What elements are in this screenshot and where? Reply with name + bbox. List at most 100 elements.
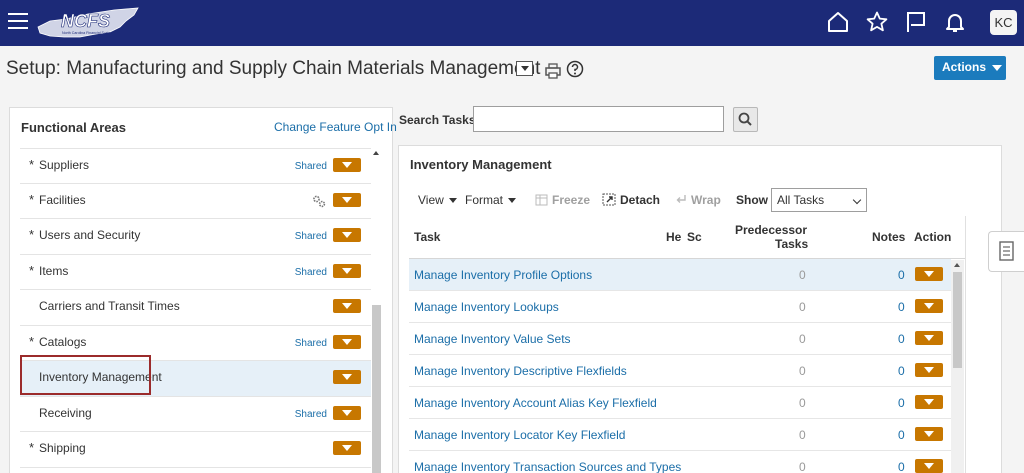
actions-button[interactable]: Actions [934, 56, 1006, 80]
view-menu[interactable]: View [418, 193, 457, 207]
wrap-label: Wrap [691, 193, 721, 207]
functional-area-shipping[interactable]: * Shipping [20, 432, 372, 468]
watchlist-flag-icon[interactable] [904, 10, 928, 34]
menu-icon[interactable] [8, 13, 28, 31]
help-icon[interactable] [566, 60, 584, 78]
row-action-dropdown[interactable] [333, 192, 361, 207]
table-row[interactable]: Manage Inventory Account Alias Key Flexf… [409, 387, 951, 419]
task-action-dropdown[interactable] [915, 267, 943, 281]
scrollbar-thumb[interactable] [953, 272, 962, 368]
required-marker: * [29, 262, 35, 278]
search-tasks-input[interactable] [473, 106, 724, 132]
notes-count[interactable]: 0 [898, 428, 905, 442]
shared-status: Shared [294, 161, 327, 172]
detach-button[interactable]: Detach [602, 193, 660, 207]
table-row[interactable]: Manage Inventory Locator Key Flexfield 0… [409, 419, 951, 451]
scroll-up-arrow-icon[interactable] [954, 263, 960, 267]
format-menu-label: Format [465, 193, 504, 207]
functional-area-catalogs[interactable]: * Catalogs Shared [20, 326, 372, 361]
task-link[interactable]: Manage Inventory Descriptive Flexfields [414, 364, 627, 378]
column-header-sc[interactable]: Sc [687, 230, 704, 244]
row-action-dropdown[interactable] [333, 299, 361, 313]
functional-area-users-and-security[interactable]: * Users and Security Shared [20, 219, 372, 255]
task-link[interactable]: Manage Inventory Account Alias Key Flexf… [414, 396, 657, 410]
format-menu[interactable]: Format [465, 193, 517, 207]
functional-area-items[interactable]: * Items Shared [20, 255, 372, 290]
row-action-dropdown[interactable] [333, 405, 361, 420]
functional-area-carriers-and-transit-times[interactable]: Carriers and Transit Times [20, 290, 372, 326]
view-menu-label: View [418, 193, 444, 207]
shared-status: Shared [294, 266, 327, 278]
shared-status: Shared [294, 231, 327, 242]
table-row[interactable]: Manage Inventory Profile Options 0 0 [409, 259, 951, 291]
column-header-task[interactable]: Task [414, 230, 440, 244]
task-action-dropdown[interactable] [915, 299, 943, 313]
task-link[interactable]: Manage Inventory Value Sets [414, 332, 571, 346]
table-edge-divider [965, 216, 966, 473]
chevron-down-icon [508, 198, 517, 204]
column-header-he[interactable]: He [666, 230, 681, 244]
notes-count[interactable]: 0 [898, 396, 905, 410]
functional-area-inventory-management[interactable]: Inventory Management [20, 361, 372, 397]
tasks-panel: Inventory Management View Format Freeze … [398, 145, 1002, 473]
notifications-bell-icon[interactable] [943, 10, 967, 34]
detach-label: Detach [620, 193, 661, 207]
notes-count[interactable]: 0 [898, 268, 905, 282]
task-action-dropdown[interactable] [915, 459, 943, 473]
home-icon[interactable] [826, 10, 850, 34]
gears-icon [313, 195, 326, 207]
print-icon[interactable] [544, 62, 562, 80]
row-action-dropdown[interactable] [333, 263, 361, 278]
scroll-up-arrow-icon[interactable] [373, 151, 379, 155]
contextual-area-tab[interactable] [988, 231, 1024, 272]
functional-area-receiving[interactable]: Receiving Shared [20, 397, 372, 432]
freeze-icon [535, 194, 548, 206]
wrap-button[interactable]: Wrap [675, 193, 721, 207]
task-action-dropdown[interactable] [915, 395, 943, 409]
search-button[interactable] [733, 107, 758, 132]
change-feature-opt-in-link[interactable]: Change Feature Opt In [274, 120, 397, 134]
table-row[interactable]: Manage Inventory Value Sets 0 0 [409, 323, 951, 355]
row-action-dropdown[interactable] [333, 158, 361, 172]
search-tasks-label: Search Tasks [399, 113, 476, 127]
task-action-dropdown[interactable] [915, 363, 943, 377]
task-action-dropdown[interactable] [915, 427, 943, 441]
table-row[interactable]: Manage Inventory Descriptive Flexfields … [409, 355, 951, 387]
task-action-dropdown[interactable] [915, 331, 943, 345]
scrollbar-thumb[interactable] [372, 305, 381, 473]
column-header-predecessor[interactable]: Predecessor [735, 223, 807, 237]
task-link[interactable]: Manage Inventory Lookups [414, 300, 559, 314]
functional-area-facilities[interactable]: * Facilities [20, 184, 372, 219]
detach-icon [602, 193, 616, 206]
table-row[interactable]: Manage Inventory Lookups 0 0 [409, 291, 951, 323]
table-row[interactable]: Manage Inventory Transaction Sources and… [409, 451, 951, 473]
favorites-star-icon[interactable] [865, 10, 889, 34]
shared-status: Shared [294, 337, 327, 349]
notes-count[interactable]: 0 [898, 364, 905, 378]
task-link[interactable]: Manage Inventory Locator Key Flexfield [414, 428, 625, 442]
row-action-dropdown[interactable] [333, 334, 361, 349]
functional-area-label: Facilities [39, 192, 86, 207]
notes-count[interactable]: 0 [898, 460, 905, 473]
title-dropdown-button[interactable] [516, 61, 533, 76]
notes-count[interactable]: 0 [898, 300, 905, 314]
predecessor-count: 0 [799, 428, 806, 442]
show-tasks-select[interactable]: All Tasks [771, 188, 867, 212]
column-header-notes[interactable]: Notes [872, 230, 905, 244]
tasks-table-scrollbar[interactable] [951, 260, 964, 473]
task-link[interactable]: Manage Inventory Profile Options [414, 268, 592, 282]
functional-areas-scrollbar[interactable] [371, 148, 382, 473]
freeze-button[interactable]: Freeze [535, 193, 590, 207]
row-action-dropdown[interactable] [333, 441, 361, 455]
predecessor-count: 0 [799, 364, 806, 378]
required-marker: * [29, 191, 35, 207]
logo-text: NCFS [61, 11, 110, 31]
column-header-action[interactable]: Action [914, 230, 951, 244]
row-action-dropdown[interactable] [333, 370, 361, 384]
task-link[interactable]: Manage Inventory Transaction Sources and… [414, 460, 681, 473]
user-avatar[interactable]: KC [990, 10, 1017, 35]
freeze-label: Freeze [552, 193, 591, 207]
row-action-dropdown[interactable] [333, 228, 361, 242]
functional-area-suppliers[interactable]: * Suppliers Shared [20, 148, 372, 184]
notes-count[interactable]: 0 [898, 332, 905, 346]
